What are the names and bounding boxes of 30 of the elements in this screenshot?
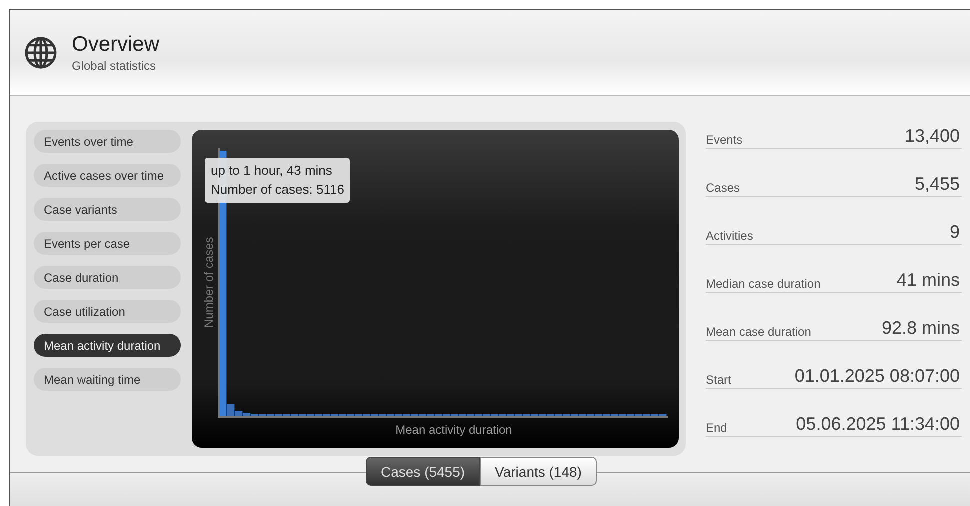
chart-menu-item[interactable]: Events over time — [34, 130, 181, 153]
page-subtitle: Global statistics — [72, 58, 158, 72]
tooltip-text: up to 1 hour, 43 mins — [211, 162, 334, 180]
globe-icon — [24, 36, 58, 70]
page-title: Overview — [72, 32, 160, 56]
stat-label: Start — [706, 373, 732, 388]
tooltip-text: Number of cases: 5116 — [211, 181, 344, 199]
stat-value: 5,455 — [914, 174, 960, 196]
axis-label: Mean activity duration — [394, 423, 514, 437]
stat-value: 01.01.2025 08:07:00 — [794, 366, 960, 388]
stat-value: 05.06.2025 11:34:00 — [796, 414, 960, 436]
stat-value: 92.8 mins — [882, 318, 960, 340]
stat-label: Cases — [706, 181, 740, 196]
stat-label: Events — [706, 133, 743, 148]
chart-menu-item[interactable]: Case duration — [34, 266, 181, 289]
chart-menu-item[interactable]: Active cases over time — [34, 164, 181, 187]
stat-value: 13,400 — [904, 126, 960, 148]
chart-menu-item[interactable]: Mean activity duration — [34, 334, 181, 357]
chart-menu-item[interactable]: Case utilization — [34, 300, 181, 323]
chart-menu-item[interactable]: Mean waiting time — [34, 368, 181, 391]
tab[interactable]: Variants (148) — [480, 457, 597, 486]
stat-label: Mean case duration — [706, 325, 812, 340]
tab[interactable]: Cases (5455) — [366, 457, 480, 486]
stat-label: End — [706, 421, 728, 436]
stat-label: Activities — [706, 229, 754, 244]
stat-label: Median case duration — [706, 277, 821, 292]
stat-value: 41 mins — [896, 270, 960, 292]
stat-value: 9 — [950, 222, 960, 244]
chart-menu-item[interactable]: Events per case — [34, 232, 181, 255]
chart-menu-item[interactable]: Case variants — [34, 198, 181, 221]
